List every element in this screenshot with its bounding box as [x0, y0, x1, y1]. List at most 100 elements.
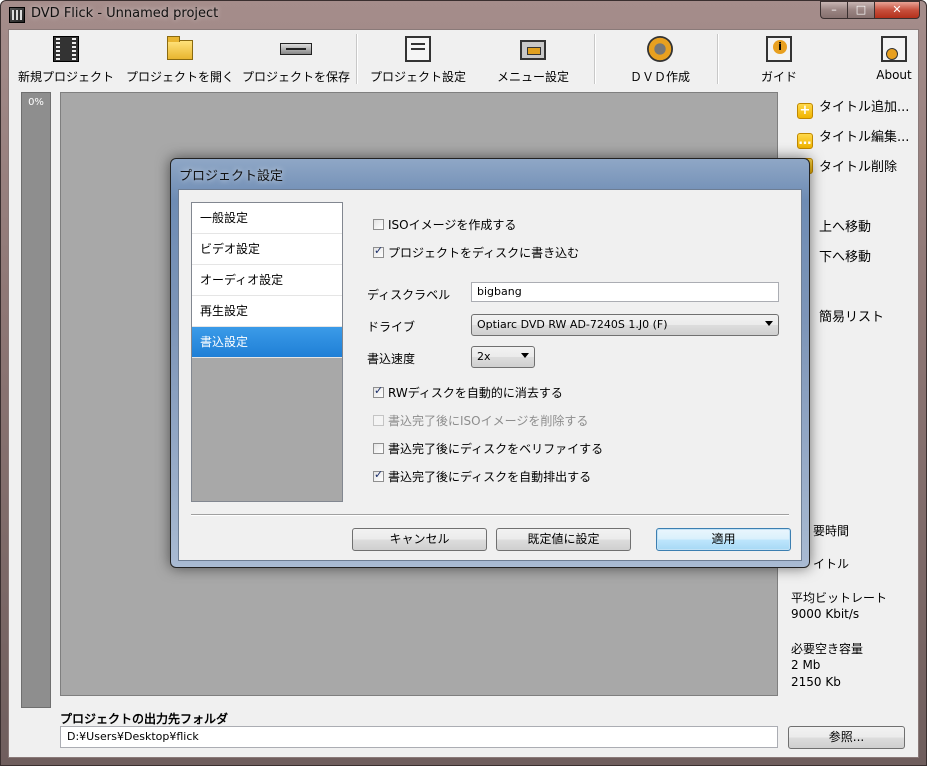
progress-label: 0% [28, 97, 44, 108]
required-space-kb: 2150 Kb [791, 675, 841, 689]
toolbar-separator [594, 34, 596, 84]
right-panel: + タイトル追加... … タイトル編集... タイトル削除 上へ移動 下へ移動 簡… [791, 92, 918, 692]
open-project-button[interactable]: プロジェクトを開く [123, 34, 237, 86]
about-icon [881, 36, 907, 62]
remove-title-button[interactable]: タイトル削除 [797, 156, 897, 176]
title-bar: DVD Flick - Unnamed project – □ ✕ [1, 1, 926, 29]
chevron-down-icon [521, 353, 529, 358]
drive-icon [280, 43, 312, 55]
new-project-label: 新規プロジェクト [17, 70, 114, 84]
checkbox-box [373, 219, 384, 230]
film-icon [53, 36, 79, 62]
set-defaults-button[interactable]: 既定値に設定 [496, 528, 631, 551]
edit-title-label: タイトル編集... [819, 130, 910, 145]
toolbar: 新規プロジェクト プロジェクトを開く プロジェクトを保存 プロジェクト設定 メニ… [9, 30, 918, 88]
menu-settings-label: メニュー設定 [496, 70, 569, 84]
category-list: 一般設定 ビデオ設定 オーディオ設定 再生設定 書込設定 [191, 202, 343, 502]
menu-settings-button[interactable]: メニュー設定 [483, 34, 583, 86]
verify-label: 書込完了後にディスクをベリファイする [388, 442, 604, 456]
drive-value: Optiarc DVD RW AD-7240S 1.J0 (F) [477, 318, 668, 331]
add-title-button[interactable]: + タイトル追加... [797, 96, 910, 119]
simple-list-toggle[interactable]: 簡易リスト [819, 306, 884, 326]
create-dvd-label: ＤＶＤ作成 [629, 70, 690, 84]
move-up-button[interactable]: 上へ移動 [819, 216, 871, 236]
save-project-label: プロジェクトを保存 [241, 70, 350, 84]
auto-erase-label: RWディスクを自動的に消去する [388, 386, 563, 400]
toolbar-separator [356, 34, 358, 84]
required-space-mb: 2 Mb [791, 658, 821, 672]
project-settings-button[interactable]: プロジェクト設定 [361, 34, 475, 86]
category-video[interactable]: ビデオ設定 [192, 234, 342, 265]
burn-to-disc-checkbox[interactable]: プロジェクトをディスクに書き込む [373, 244, 579, 261]
apply-button[interactable]: 適用 [656, 528, 791, 551]
burn-speed-caption: 書込速度 [367, 352, 416, 366]
dialog-separator [191, 514, 789, 516]
progress-bar: 0% [21, 92, 51, 708]
about-button[interactable]: About [851, 34, 927, 86]
move-down-button[interactable]: 下へ移動 [819, 246, 871, 266]
folder-icon [167, 36, 193, 60]
avg-bitrate-value: 9000 Kbit/s [791, 607, 860, 621]
verify-checkbox[interactable]: 書込完了後にディスクをベリファイする [373, 440, 603, 457]
checkbox-box [373, 244, 384, 258]
checkbox-box [373, 443, 384, 454]
window-controls: – □ ✕ [820, 1, 920, 20]
minimize-button[interactable]: – [820, 1, 847, 19]
create-iso-checkbox[interactable]: ISOイメージを作成する [373, 216, 516, 233]
move-down-label: 下へ移動 [819, 250, 872, 265]
about-label: About [876, 68, 912, 82]
chevron-down-icon [765, 321, 773, 326]
eject-checkbox[interactable]: 書込完了後にディスクを自動排出する [373, 468, 591, 485]
open-project-label: プロジェクトを開く [125, 70, 234, 84]
delete-iso-label: 書込完了後にISOイメージを削除する [388, 414, 589, 428]
move-up-label: 上へ移動 [819, 220, 872, 235]
create-dvd-button[interactable]: ＤＶＤ作成 [605, 34, 715, 86]
delete-iso-checkbox[interactable]: 書込完了後にISOイメージを削除する [373, 412, 588, 429]
drive-select[interactable]: Optiarc DVD RW AD-7240S 1.J0 (F) [471, 314, 779, 336]
guide-icon [766, 36, 792, 62]
guide-button[interactable]: ガイド [729, 34, 829, 86]
project-settings-dialog: プロジェクト設定 一般設定 ビデオ設定 オーディオ設定 再生設定 書込設定 IS… [170, 158, 810, 568]
project-settings-label: プロジェクト設定 [369, 70, 466, 84]
edit-title-button[interactable]: … タイトル編集... [797, 126, 910, 149]
category-playback[interactable]: 再生設定 [192, 296, 342, 327]
avg-bitrate-label: 平均ビットレート [791, 591, 888, 605]
cancel-button[interactable]: キャンセル [352, 528, 487, 551]
edit-icon: … [797, 133, 813, 149]
simple-list-label: 簡易リスト [819, 310, 885, 325]
menu-icon [520, 40, 546, 60]
save-project-button[interactable]: プロジェクトを保存 [239, 34, 353, 86]
guide-label: ガイド [760, 70, 797, 84]
dialog-title: プロジェクト設定 [179, 169, 284, 184]
add-icon: + [797, 103, 813, 119]
add-title-label: タイトル追加... [819, 100, 910, 115]
checkbox-box [373, 415, 384, 426]
output-folder-label: プロジェクトの出力先フォルダ [60, 712, 229, 726]
category-general[interactable]: 一般設定 [192, 203, 342, 234]
burn-speed-select[interactable]: 2x [471, 346, 535, 368]
toolbar-separator [717, 34, 719, 84]
category-audio[interactable]: オーディオ設定 [192, 265, 342, 296]
disc-label-input[interactable]: bigbang [471, 282, 779, 302]
remove-title-label: タイトル削除 [819, 160, 898, 175]
window-title: DVD Flick - Unnamed project [31, 6, 219, 21]
category-burning[interactable]: 書込設定 [192, 327, 342, 358]
required-time-label: 要時間 [813, 524, 850, 538]
checkbox-box [373, 468, 384, 482]
settings-doc-icon [405, 36, 431, 62]
output-folder-input[interactable]: D:¥Users¥Desktop¥flick [60, 726, 778, 748]
burn-speed-value: 2x [477, 350, 491, 363]
maximize-button[interactable]: □ [847, 1, 874, 19]
eject-label: 書込完了後にディスクを自動排出する [388, 470, 592, 484]
burn-to-disc-label: プロジェクトをディスクに書き込む [388, 246, 580, 260]
auto-erase-checkbox[interactable]: RWディスクを自動的に消去する [373, 384, 563, 401]
close-button[interactable]: ✕ [874, 1, 920, 19]
app-icon [9, 7, 25, 23]
gear-icon [647, 36, 673, 62]
create-iso-label: ISOイメージを作成する [388, 218, 517, 232]
drive-caption: ドライブ [367, 320, 416, 334]
browse-button[interactable]: 参照... [788, 726, 905, 749]
disc-label-caption: ディスクラベル [367, 288, 451, 302]
checkbox-box [373, 384, 384, 398]
new-project-button[interactable]: 新規プロジェクト [13, 34, 119, 86]
